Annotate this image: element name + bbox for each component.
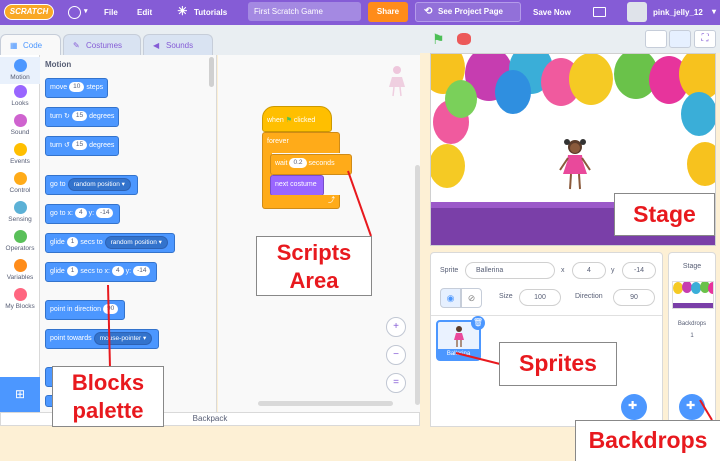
callout-stage: Stage <box>614 193 715 236</box>
callout-sprites: Sprites <box>499 342 617 386</box>
callout-blocks-palette: Blocks palette <box>52 366 164 427</box>
callout-scripts-area: Scripts Area <box>256 236 372 296</box>
callout-backdrops: Backdrops <box>575 420 720 461</box>
